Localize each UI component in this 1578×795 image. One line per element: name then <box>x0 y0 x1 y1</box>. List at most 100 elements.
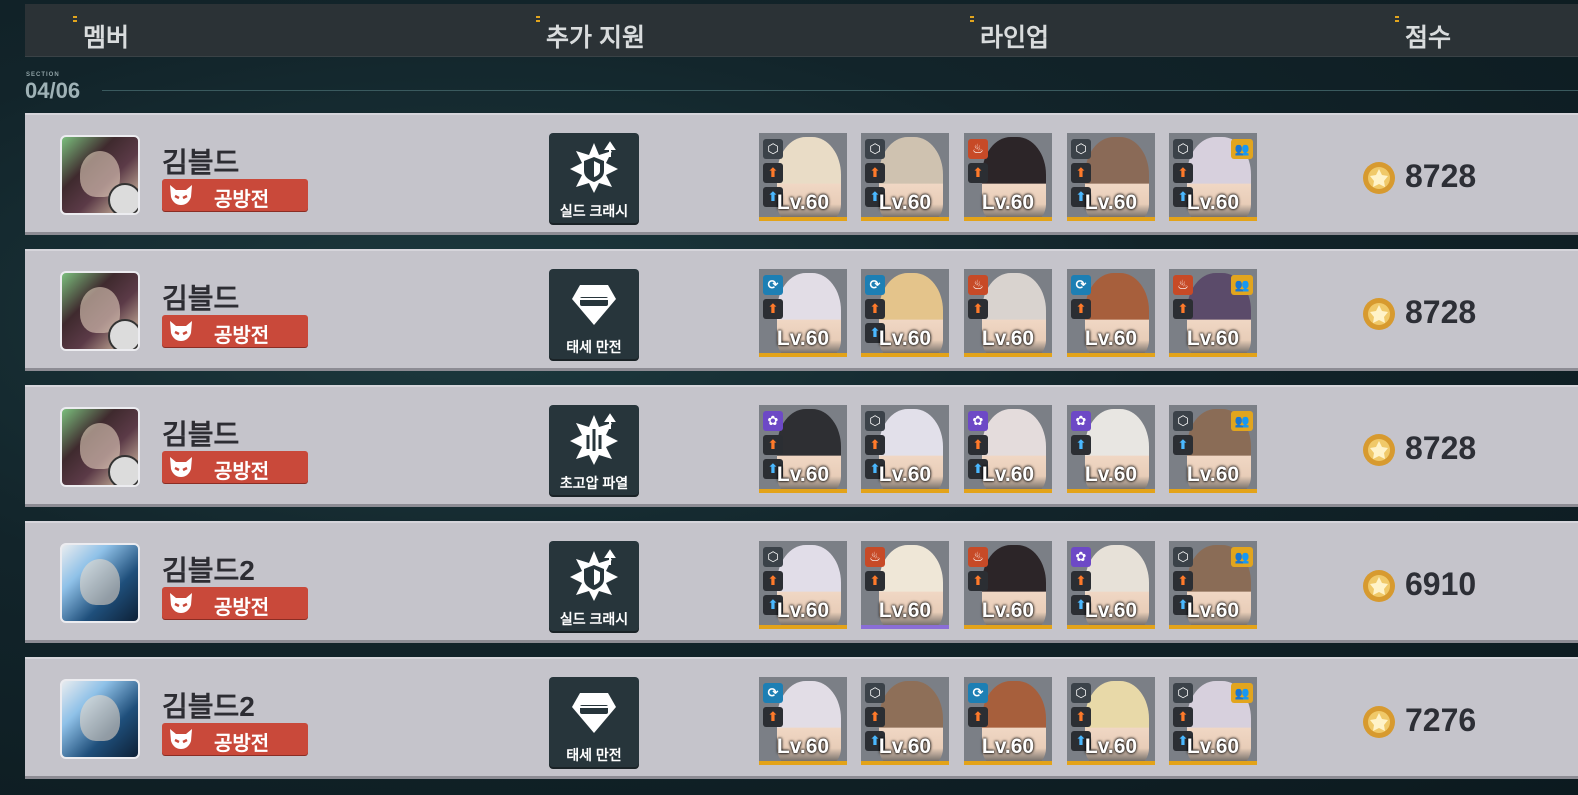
unit-level: Lv.60 <box>1084 191 1138 214</box>
unit-attribute-icon: ⟳ <box>865 275 885 295</box>
unit-attribute-icon: ⬆ <box>1173 707 1193 727</box>
unit-level: Lv.60 <box>1084 327 1138 350</box>
header-member-label: 멤버 <box>83 24 130 52</box>
unit-attribute-icon: ♨ <box>865 547 885 567</box>
unit-attribute-icon: ⬡ <box>1173 411 1193 431</box>
lineup-unit[interactable]: ♨ ⬆ Lv.60 <box>964 269 1052 357</box>
unit-attribute-icon: ⬡ <box>763 139 783 159</box>
cat-mask-icon <box>170 457 192 477</box>
unit-level: Lv.60 <box>981 191 1035 214</box>
unit-attribute-icon: ⬆ <box>968 163 988 183</box>
lineup-unit[interactable]: ⬡ ⬆ ⬆ 👥 Lv.60 <box>1169 133 1257 221</box>
member-row[interactable]: 김블드 공방전 실드 크래시 ⬡ ⬆ ⬆ Lv.60 ⬡ ⬆ ⬆ Lv.60 ♨ ⬆ Lv… <box>25 113 1578 235</box>
unit-attribute-icon: ✿ <box>1071 411 1091 431</box>
support-skill-label: 실드 크래시 <box>559 611 629 627</box>
member-row[interactable]: 김블드 공방전 태세 만전 ⟳ ⬆ Lv.60 ⟳ ⬆ ⬆ Lv.60 ♨ ⬆ Lv.6… <box>25 249 1578 371</box>
support-skill-label: 초고압 파열 <box>559 475 629 491</box>
score-medal-icon <box>1363 298 1395 330</box>
unit-attribute-icon: ✿ <box>763 411 783 431</box>
lineup-unit[interactable]: ⬡ ⬆ ⬆ 👥 Lv.60 <box>1169 541 1257 629</box>
member-row[interactable]: 김블드2 공방전 태세 만전 ⟳ ⬆ Lv.60 ⬡ ⬆ ⬆ Lv.60 ⟳ ⬆ Lv.… <box>25 657 1578 779</box>
support-skill-tile[interactable]: 태세 만전 <box>549 269 639 359</box>
mode-badge: 공방전 <box>162 451 308 483</box>
lineup-unit[interactable]: ⟳ ⬆ Lv.60 <box>1067 269 1155 357</box>
lineup-unit[interactable]: ⟳ ⬆ Lv.60 <box>759 677 847 765</box>
unit-attribute-icon: ♨ <box>1173 275 1193 295</box>
unit-level: Lv.60 <box>878 191 932 214</box>
score-medal-icon <box>1363 706 1395 738</box>
header-score-label: 점수 <box>1405 24 1452 52</box>
team-leader-icon: 👥 <box>1231 547 1253 567</box>
support-skill-tile[interactable]: 태세 만전 <box>549 677 639 767</box>
unit-attribute-icon: ⬆ <box>968 299 988 319</box>
lineup-unit[interactable]: ⬡ ⬆ ⬆ Lv.60 <box>1067 133 1155 221</box>
lineup-unit[interactable]: ⟳ ⬆ Lv.60 <box>759 269 847 357</box>
lineup-unit[interactable]: ⬡ ⬆ ⬆ Lv.60 <box>861 677 949 765</box>
mode-label: 공방전 <box>214 461 270 483</box>
member-row[interactable]: 김블드 공방전 초고압 파열 ✿ ⬆ ⬆ Lv.60 ⬡ ⬆ ⬆ Lv.60 ✿ ⬆ ⬆ L… <box>25 385 1578 507</box>
lineup-unit[interactable]: ✿ ⬆ Lv.60 <box>1067 405 1155 493</box>
unit-attribute-icon: ⬡ <box>763 547 783 567</box>
member-row[interactable]: 김블드2 공방전 실드 크래시 ⬡ ⬆ ⬆ Lv.60 ♨ ⬆ Lv.60 ♨ ⬆ Lv… <box>25 521 1578 643</box>
mascot-icon <box>108 319 138 349</box>
unit-attribute-icon: ⬆ <box>865 435 885 455</box>
mode-badge: 공방전 <box>162 179 308 211</box>
member-avatar <box>60 407 140 487</box>
unit-level: Lv.60 <box>776 191 830 214</box>
support-skill-tile[interactable]: 실드 크래시 <box>549 133 639 223</box>
unit-attribute-icon: ⬆ <box>763 299 783 319</box>
unit-attribute-icon: ⟳ <box>763 275 783 295</box>
unit-level: Lv.60 <box>1186 463 1240 486</box>
lineup-unit[interactable]: ♨ ⬆ Lv.60 <box>964 133 1052 221</box>
lineup-unit[interactable]: ⟳ ⬆ ⬆ Lv.60 <box>861 269 949 357</box>
lineup-unit[interactable]: ⟳ ⬆ Lv.60 <box>964 677 1052 765</box>
lineup-unit[interactable]: ✿ ⬆ ⬆ Lv.60 <box>759 405 847 493</box>
mascot-icon <box>108 455 138 485</box>
lineup-unit[interactable]: ⬡ ⬆ ⬆ Lv.60 <box>759 133 847 221</box>
mode-label: 공방전 <box>214 597 270 619</box>
mascot-icon <box>108 183 138 213</box>
unit-attribute-icon: ⟳ <box>1071 275 1091 295</box>
unit-attribute-icon: ⬡ <box>865 683 885 703</box>
score-value: 8728 <box>1405 158 1477 194</box>
unit-attribute-icon: ⬡ <box>1173 139 1193 159</box>
member-name: 김블드2 <box>162 691 255 722</box>
header-lineup-label: 라인업 <box>980 24 1050 52</box>
lineup-unit[interactable]: ✿ ⬆ ⬆ Lv.60 <box>1067 541 1155 629</box>
team-leader-icon: 👥 <box>1231 683 1253 703</box>
unit-level: Lv.60 <box>1084 463 1138 486</box>
unit-level: Lv.60 <box>776 735 830 758</box>
lineup-unit[interactable]: ⬡ ⬆ ⬆ 👥 Lv.60 <box>1169 677 1257 765</box>
unit-attribute-icon: ⬡ <box>865 411 885 431</box>
lineup-unit[interactable]: ⬡ ⬆ ⬆ Lv.60 <box>861 405 949 493</box>
score-medal-icon <box>1363 162 1395 194</box>
mode-badge: 공방전 <box>162 723 308 755</box>
unit-level: Lv.60 <box>776 327 830 350</box>
lineup-unit[interactable]: ⬡ ⬆ ⬆ Lv.60 <box>861 133 949 221</box>
member-avatar <box>60 135 140 215</box>
support-skill-label: 태세 만전 <box>566 747 622 763</box>
member-name: 김블드2 <box>162 555 255 586</box>
lineup-unit[interactable]: ♨ ⬆ Lv.60 <box>861 541 949 629</box>
unit-attribute-icon: ⬆ <box>1071 163 1091 183</box>
unit-level: Lv.60 <box>981 327 1035 350</box>
support-skill-tile[interactable]: 실드 크래시 <box>549 541 639 631</box>
unit-attribute-icon: ⬆ <box>865 163 885 183</box>
score-value: 8728 <box>1405 294 1477 330</box>
team-leader-icon: 👥 <box>1231 411 1253 431</box>
lineup-unit[interactable]: ♨ ⬆ 👥 Lv.60 <box>1169 269 1257 357</box>
support-skill-tile[interactable]: 초고압 파열 <box>549 405 639 495</box>
lineup-unit[interactable]: ⬡ ⬆ ⬆ Lv.60 <box>1067 677 1155 765</box>
unit-attribute-icon: ⬆ <box>865 571 885 591</box>
unit-attribute-icon: ⬆ <box>1173 163 1193 183</box>
lineup-unit[interactable]: ⬡ ⬆ 👥 Lv.60 <box>1169 405 1257 493</box>
unit-attribute-icon: ⬆ <box>1071 435 1091 455</box>
section-divider <box>102 90 1578 91</box>
lineup-unit[interactable]: ⬡ ⬆ ⬆ Lv.60 <box>759 541 847 629</box>
unit-attribute-icon: ⬆ <box>865 707 885 727</box>
lineup-unit[interactable]: ♨ ⬆ Lv.60 <box>964 541 1052 629</box>
unit-level: Lv.60 <box>776 463 830 486</box>
unit-level: Lv.60 <box>776 599 830 622</box>
unit-attribute-icon: ⬆ <box>1071 571 1091 591</box>
lineup-unit[interactable]: ✿ ⬆ ⬆ Lv.60 <box>964 405 1052 493</box>
